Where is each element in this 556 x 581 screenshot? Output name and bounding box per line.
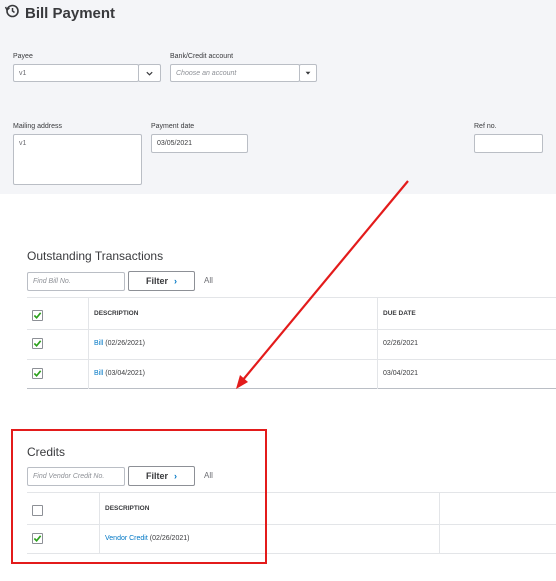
annotation-arrow-icon — [236, 180, 409, 389]
